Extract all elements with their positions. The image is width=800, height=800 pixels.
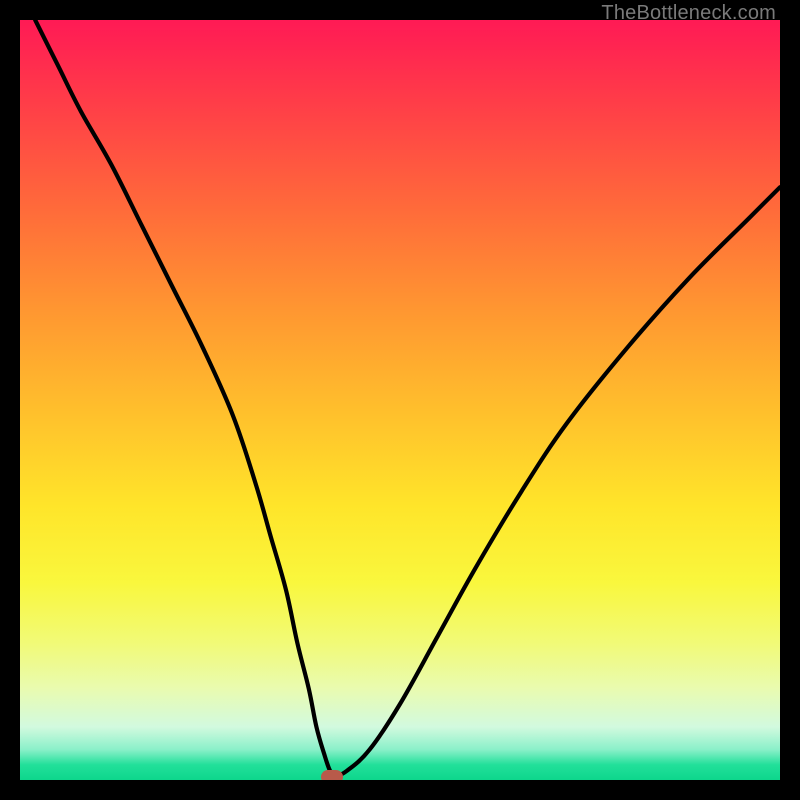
optimum-marker (321, 770, 343, 784)
plot-gradient-background (20, 20, 780, 780)
bottleneck-curve (20, 20, 780, 780)
watermark-text: TheBottleneck.com (601, 2, 776, 25)
chart-frame (0, 0, 800, 800)
